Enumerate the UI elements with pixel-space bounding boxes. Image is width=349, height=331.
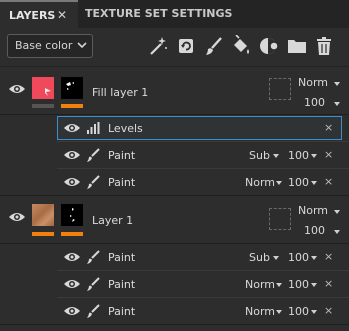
blend-mode-dropdown[interactable]: Sub [249,251,270,264]
effect-row-paint[interactable]: Paint Norm 100 × [57,298,349,324]
opacity-value[interactable]: 100 [288,149,309,162]
blend-mode-dropdown[interactable]: Norm [245,278,275,291]
chevron-down-icon[interactable] [311,283,317,287]
effect-name: Paint [108,305,136,318]
mask-preview-icon [70,208,75,222]
tab-layers-label: LAYERS [9,9,56,22]
effect-row-paint[interactable]: Paint Norm 100 × [57,271,349,297]
rotate-fill-icon[interactable] [175,35,197,57]
trash-icon[interactable] [313,35,335,57]
brush-icon [87,148,100,162]
close-icon[interactable]: × [324,277,333,290]
chevron-down-icon [77,42,87,49]
chevron-down-icon[interactable] [311,310,317,314]
blend-mode-dropdown[interactable]: Sub [249,149,270,162]
thumbnail-underbar [32,104,54,108]
opacity-value[interactable]: 100 [304,96,325,109]
brush-icon [87,304,100,318]
layer-name[interactable]: Layer 1 [92,214,133,227]
layer-name[interactable]: Fill layer 1 [92,86,148,99]
tab-layers[interactable]: LAYERS ✕ [0,0,78,28]
visibility-eye-icon[interactable] [63,278,81,290]
effect-row-paint[interactable]: Paint Sub 100 × [57,142,349,168]
tab-close-icon[interactable]: ✕ [57,0,67,30]
close-icon[interactable]: × [324,304,333,317]
chevron-down-icon[interactable] [334,210,340,214]
brush-icon [87,250,100,264]
close-icon[interactable]: × [324,175,333,188]
brush-icon [87,277,100,291]
bucket-fill-icon[interactable] [230,35,252,57]
chevron-down-icon[interactable] [334,82,340,86]
blend-mode-dropdown[interactable]: Norm [245,176,275,189]
layer-row-fill-layer-1[interactable]: Fill layer 1 Norm 100 [0,67,349,114]
visibility-eye-icon[interactable] [8,211,26,223]
visibility-eye-icon[interactable] [63,305,81,317]
effect-name: Paint [108,149,136,162]
close-icon[interactable]: × [324,148,333,161]
visibility-eye-icon[interactable] [8,83,26,95]
mask-preview-icon [66,82,74,90]
layer-thumbnail[interactable] [32,77,54,99]
effect-name: Paint [108,251,136,264]
magic-wand-icon[interactable] [147,35,169,57]
mask-icon[interactable] [258,35,280,57]
layer-row-layer-1[interactable]: Layer 1 Norm 100 [0,196,349,243]
opacity-value[interactable]: 100 [288,278,309,291]
chevron-down-icon[interactable] [273,256,279,260]
panel-tabs: LAYERS ✕ TEXTURE SET SETTINGS [0,0,349,28]
chevron-down-icon[interactable] [334,102,340,106]
thumbnail-active-underbar [32,232,54,236]
close-icon[interactable]: × [324,121,333,134]
blend-mode-dropdown[interactable]: Norm [298,204,328,217]
fill-swatch-icon [45,88,51,96]
chevron-down-icon[interactable] [334,230,340,234]
chevron-down-icon[interactable] [311,154,317,158]
mask-active-underbar [61,104,83,108]
visibility-eye-icon[interactable] [63,251,81,263]
channel-dropdown-label: Base color [15,39,73,52]
close-icon[interactable]: × [324,250,333,263]
visibility-eye-icon[interactable] [63,176,81,188]
opacity-value[interactable]: 100 [288,176,309,189]
effect-name: Levels [108,122,143,135]
layer-mask-thumbnail[interactable] [61,204,83,226]
opacity-value[interactable]: 100 [288,251,309,264]
brush-icon[interactable] [203,35,225,57]
blend-preview-box [269,78,291,100]
layer-mask-thumbnail[interactable] [61,77,83,99]
blend-mode-dropdown[interactable]: Norm [245,305,275,318]
chevron-down-icon[interactable] [276,181,282,185]
channel-dropdown[interactable]: Base color [7,34,93,58]
effect-row-paint[interactable]: Paint Norm 100 × [57,169,349,195]
blend-preview-box [269,208,291,230]
opacity-value[interactable]: 100 [288,305,309,318]
visibility-eye-icon[interactable] [63,149,81,161]
mask-active-underbar [61,232,83,236]
tab-texture-set-settings-label: TEXTURE SET SETTINGS [85,7,233,20]
levels-icon [87,122,100,134]
effect-row-levels[interactable]: Levels × [57,116,342,140]
chevron-down-icon[interactable] [311,256,317,260]
blend-mode-dropdown[interactable]: Norm [298,76,328,89]
effect-name: Paint [108,278,136,291]
folder-icon[interactable] [286,35,308,57]
effect-row-paint[interactable]: Paint Sub 100 × [57,244,349,270]
brush-icon [87,175,100,189]
layer-thumbnail[interactable] [32,204,54,226]
chevron-down-icon[interactable] [311,181,317,185]
row-divider [0,324,349,325]
tab-texture-set-settings[interactable]: TEXTURE SET SETTINGS [85,0,232,28]
chevron-down-icon[interactable] [273,154,279,158]
chevron-down-icon[interactable] [276,310,282,314]
chevron-down-icon[interactable] [276,283,282,287]
opacity-value[interactable]: 100 [304,224,325,237]
visibility-eye-icon[interactable] [63,122,81,134]
row-divider [0,114,349,115]
effect-name: Paint [108,176,136,189]
